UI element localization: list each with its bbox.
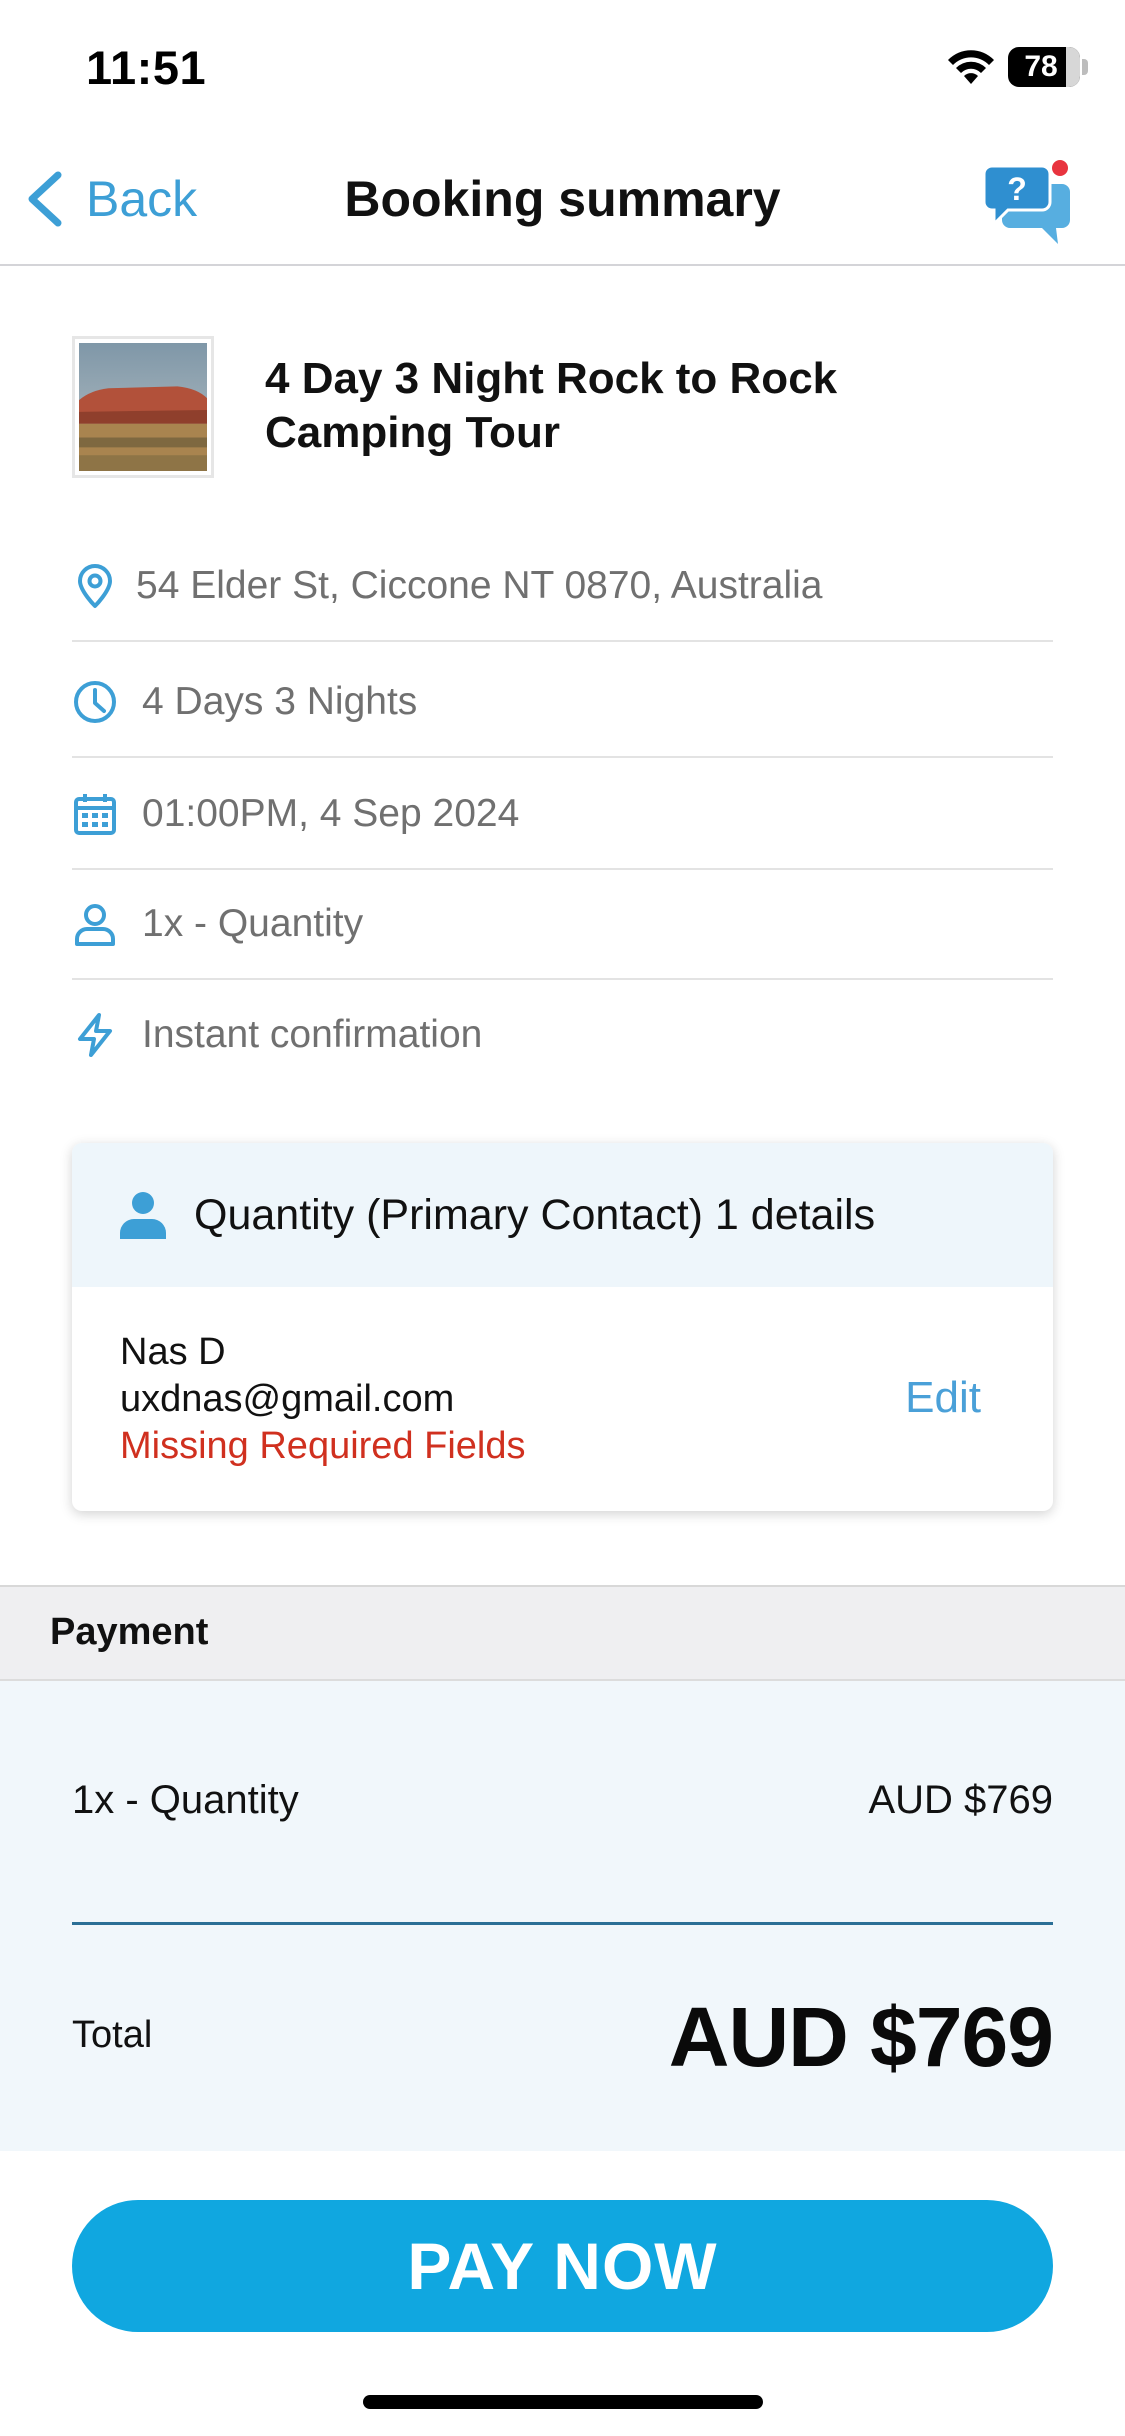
battery-cap (1082, 59, 1088, 75)
location-pin-icon (78, 564, 112, 608)
home-indicator (363, 2395, 763, 2409)
total-label: Total (72, 2014, 153, 2056)
status-time: 11:51 (86, 41, 207, 94)
detail-row-date: 01:00PM, 4 Sep 2024 (72, 760, 1053, 870)
detail-text: 4 Days 3 Nights (142, 680, 418, 723)
payment-summary: 1x - Quantity AUD $769 Total AUD $769 (0, 1681, 1125, 2151)
page-title: Booking summary (344, 171, 781, 227)
payment-section-header: Payment (0, 1585, 1125, 1681)
detail-text: 1x - Quantity (142, 902, 364, 945)
detail-text: Instant confirmation (142, 1013, 483, 1056)
calendar-icon (74, 794, 116, 835)
person-icon (75, 904, 115, 946)
detail-text: 54 Elder St, Ciccone NT 0870, Australia (136, 564, 823, 607)
tour-title: 4 Day 3 Night Rock to Rock Camping Tour (265, 354, 838, 457)
nav-bar: Back Booking summary ? (0, 140, 1125, 266)
help-chat-icon[interactable]: ? (980, 154, 1076, 250)
detail-row-duration: 4 Days 3 Nights (72, 648, 1053, 758)
total-amount: AUD $769 (668, 1990, 1054, 2084)
divider (72, 1922, 1053, 1925)
line-item-price: AUD $769 (868, 1778, 1053, 1822)
svg-text:?: ? (1007, 171, 1027, 207)
wifi-icon (948, 50, 994, 84)
contact-email: uxdnas@gmail.com (120, 1378, 455, 1420)
pay-now-button[interactable]: PAY NOW (72, 2200, 1053, 2332)
status-bar: 11:51 78 (0, 0, 1125, 140)
missing-fields-warning: Missing Required Fields (120, 1425, 526, 1467)
detail-row-confirmation: Instant confirmation (72, 980, 1053, 1090)
edit-contact-button[interactable]: Edit (905, 1373, 981, 1423)
lightning-icon (78, 1013, 112, 1057)
contact-card-header: Quantity (Primary Contact) 1 details (72, 1143, 1053, 1287)
battery-icon: 78 (1008, 47, 1080, 87)
line-item-label: 1x - Quantity (72, 1778, 299, 1822)
detail-row-quantity: 1x - Quantity (72, 870, 1053, 980)
payment-title: Payment (50, 1611, 209, 1653)
person-icon (120, 1192, 166, 1239)
contact-card: Quantity (Primary Contact) 1 details Nas… (72, 1143, 1053, 1511)
tour-thumbnail (72, 336, 214, 478)
detail-text: 01:00PM, 4 Sep 2024 (142, 792, 520, 835)
detail-row-address: 54 Elder St, Ciccone NT 0870, Australia (72, 532, 1053, 642)
clock-icon (74, 681, 116, 723)
contact-name: Nas D (120, 1331, 226, 1373)
contact-card-title: Quantity (Primary Contact) 1 details (194, 1190, 876, 1239)
battery-level: 78 (1024, 50, 1058, 83)
